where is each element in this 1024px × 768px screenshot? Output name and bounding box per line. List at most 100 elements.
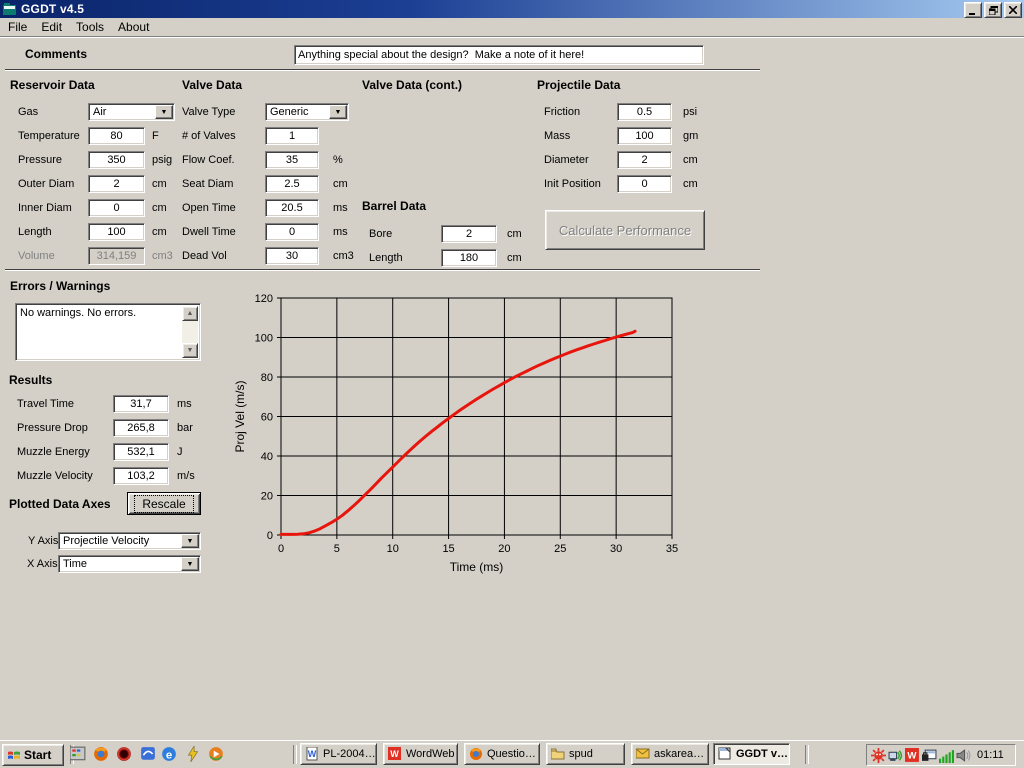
reservoir-gas-label: Gas	[18, 106, 38, 118]
svg-text:W: W	[390, 749, 399, 759]
tray-wordweb-icon[interactable]: W	[905, 748, 920, 763]
task-button-ggdt-v[interactable]: GGDT v…	[713, 743, 790, 765]
task-button-wordweb[interactable]: W WordWeb	[383, 743, 458, 765]
reservoir-temperature-label: Temperature	[18, 130, 80, 142]
task-button-pl-2004[interactable]: WPL-2004…	[300, 743, 377, 765]
taskbar: Start e WPL-2004… W WordWeb Questio… spudask…	[0, 740, 1024, 768]
y-tick-label: 60	[261, 412, 273, 424]
tray-lock-pc-icon[interactable]	[922, 748, 937, 763]
results-muzzle-velocity-output: 103,2	[113, 467, 169, 485]
task-button-askarea[interactable]: askarea…	[631, 743, 709, 765]
reservoir-pressure-label: Pressure	[18, 154, 62, 166]
menu-item-file[interactable]: File	[8, 20, 27, 34]
task-button-questio[interactable]: Questio…	[464, 743, 540, 765]
barrel-length-label: Length	[369, 252, 403, 264]
projectile-diameter-value: 2	[641, 154, 647, 166]
y-tick-label: 120	[255, 293, 273, 305]
menu-item-edit[interactable]: Edit	[41, 20, 62, 34]
valve-valve-type-select[interactable]: Generic▼	[265, 103, 349, 121]
tray-network-waves-icon[interactable]	[888, 748, 903, 763]
reservoir-gas-select[interactable]: Air▼	[88, 103, 175, 121]
tray-speaker-icon[interactable]	[956, 748, 971, 763]
separator	[5, 269, 760, 271]
reservoir-pressure-unit: psig	[152, 154, 172, 166]
separator	[5, 69, 760, 71]
results-pressure-drop-unit: bar	[177, 422, 193, 434]
valve-of-valves-input[interactable]: 1	[265, 127, 319, 145]
reservoir-outer-diam-input[interactable]: 2	[88, 175, 145, 193]
menu-item-about[interactable]: About	[118, 20, 149, 34]
x-tick-label: 5	[334, 543, 340, 555]
chevron-down-icon[interactable]: ▼	[329, 105, 347, 119]
rescale-button[interactable]: Rescale	[127, 492, 201, 515]
comments-input[interactable]	[294, 45, 704, 65]
task-button-label: WordWeb	[406, 748, 455, 760]
projectile-friction-input[interactable]: 0.5	[617, 103, 672, 121]
x-tick-label: 30	[610, 543, 622, 555]
errors-scrollbar[interactable]: ▲ ▼	[182, 306, 198, 358]
tray-gear-icon[interactable]	[871, 748, 886, 763]
projectile-init-position-value: 0	[641, 178, 647, 190]
reservoir-inner-diam-value: 0	[113, 202, 119, 214]
valve-cont-section-title: Valve Data (cont.)	[362, 78, 462, 92]
tray-clock[interactable]: 01:11	[977, 749, 1004, 761]
x-tick-label: 35	[666, 543, 678, 555]
rescale-button-label: Rescale	[134, 495, 193, 513]
reservoir-inner-diam-input[interactable]: 0	[88, 199, 145, 217]
reservoir-length-input[interactable]: 100	[88, 223, 145, 241]
tray-signal-bars-icon[interactable]	[939, 748, 954, 763]
valve-flow-coef-input[interactable]: 35	[265, 151, 319, 169]
chevron-down-icon[interactable]: ▼	[155, 105, 173, 119]
y-axis-select[interactable]: Projectile Velocity ▼	[58, 532, 201, 550]
x-axis-label: X Axis	[27, 558, 58, 570]
chevron-down-icon[interactable]: ▼	[181, 534, 199, 548]
scroll-up-button[interactable]: ▲	[182, 306, 198, 321]
valve-seat-diam-input[interactable]: 2.5	[265, 175, 319, 193]
reservoir-inner-diam-unit: cm	[152, 202, 167, 214]
chevron-down-icon[interactable]: ▼	[181, 557, 199, 571]
valve-open-time-input[interactable]: 20.5	[265, 199, 319, 217]
projectile-mass-input[interactable]: 100	[617, 127, 672, 145]
barrel-length-input[interactable]: 180	[441, 249, 497, 267]
results-travel-time-unit: ms	[177, 398, 192, 410]
reservoir-outer-diam-value: 2	[113, 178, 119, 190]
scroll-down-button[interactable]: ▼	[182, 343, 198, 358]
reservoir-temperature-value: 80	[110, 130, 122, 142]
quick-launch-keypad-icon[interactable]	[70, 746, 87, 763]
projectile-mass-value: 100	[635, 130, 653, 142]
taskbar-separator	[805, 745, 809, 764]
plotted-axes-section-title: Plotted Data Axes	[9, 497, 111, 511]
reservoir-volume-input: 314,159	[88, 247, 145, 265]
y-tick-label: 40	[261, 451, 273, 463]
quick-launch-winamp-icon[interactable]	[185, 746, 202, 763]
quick-launch-ie-icon[interactable]: e	[161, 746, 178, 763]
errors-textarea[interactable]: No warnings. No errors. ▲ ▼	[15, 303, 201, 361]
projectile-init-position-input[interactable]: 0	[617, 175, 672, 193]
title-bar: GGDT v4.5	[0, 0, 1024, 18]
projectile-diameter-input[interactable]: 2	[617, 151, 672, 169]
quick-launch-outlook-icon[interactable]	[140, 746, 157, 763]
results-muzzle-energy-value: 532,1	[127, 446, 155, 458]
start-button[interactable]: Start	[2, 744, 64, 766]
barrel-bore-input[interactable]: 2	[441, 225, 497, 243]
projectile-init-position-label: Init Position	[544, 178, 601, 190]
quick-launch-opera-icon[interactable]	[116, 746, 133, 763]
reservoir-pressure-input[interactable]: 350	[88, 151, 145, 169]
valve-dwell-time-value: 0	[289, 226, 295, 238]
restore-button[interactable]	[984, 2, 1002, 18]
y-tick-label: 100	[255, 333, 273, 345]
task-button-spud[interactable]: spud	[546, 743, 625, 765]
windows-logo-icon	[7, 749, 21, 762]
valve-dead-vol-input[interactable]: 30	[265, 247, 319, 265]
projectile-section-title: Projectile Data	[537, 78, 620, 92]
velocity-curve	[281, 331, 635, 534]
close-button[interactable]	[1004, 2, 1022, 18]
quick-launch-firefox-icon[interactable]	[93, 746, 110, 763]
quick-launch-mediaplayer-icon[interactable]	[208, 746, 225, 763]
x-axis-select[interactable]: Time ▼	[58, 555, 201, 573]
menu-item-tools[interactable]: Tools	[76, 20, 104, 34]
minimize-button[interactable]	[964, 2, 982, 18]
valve-dwell-time-input[interactable]: 0	[265, 223, 319, 241]
results-travel-time-output: 31,7	[113, 395, 169, 413]
reservoir-temperature-input[interactable]: 80	[88, 127, 145, 145]
